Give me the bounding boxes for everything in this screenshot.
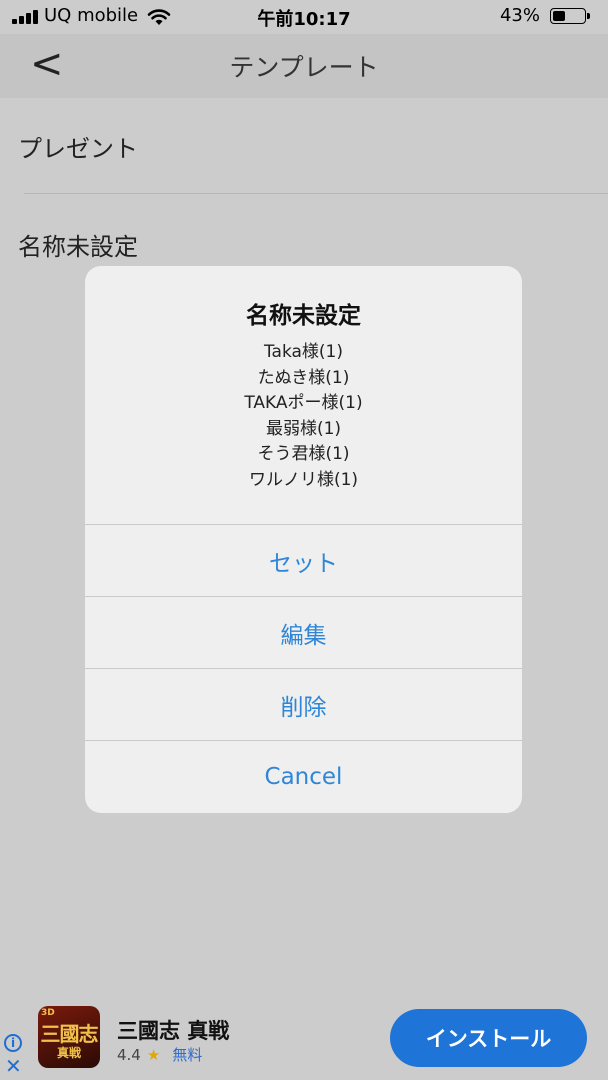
- close-icon[interactable]: ✕: [5, 1054, 22, 1078]
- ad-price: 無料: [172, 1046, 203, 1064]
- battery-icon: [550, 8, 590, 24]
- list-divider: [24, 193, 608, 194]
- recipient-line: そう君様(1): [257, 444, 350, 464]
- page-title: テンプレート: [229, 53, 379, 82]
- recipient-line: たぬき様(1): [257, 367, 350, 388]
- navigation-bar: < テンプレート: [0, 34, 608, 98]
- edit-button[interactable]: 編集: [85, 597, 522, 669]
- install-button[interactable]: インストール: [390, 1009, 587, 1067]
- list-item-untitled[interactable]: 名称未設定: [18, 227, 138, 262]
- info-icon[interactable]: i: [4, 1034, 22, 1052]
- recipient-line: 最弱様(1): [265, 418, 342, 439]
- ad-banner: i ✕ 3D 三國志 真戦 三國志 真戦 4.4 ★ 無料 インストール: [0, 996, 608, 1080]
- star-icon: ★: [146, 1046, 161, 1064]
- cancel-button[interactable]: Cancel: [85, 741, 522, 813]
- app-icon-badge: 3D: [41, 1008, 55, 1018]
- status-bar: UQ mobile 午前10:17 43%: [0, 0, 608, 34]
- recipient-line: Taka様(1): [263, 342, 344, 362]
- recipient-line: TAKAポー様(1): [244, 393, 363, 413]
- app-icon-subtext: 真戦: [56, 1046, 81, 1060]
- list-item-present[interactable]: プレゼント: [18, 129, 138, 164]
- delete-button[interactable]: 削除: [85, 669, 522, 741]
- battery-percent: 43%: [499, 5, 540, 26]
- app-icon-text: 三國志: [40, 1022, 99, 1046]
- recipient-line: ワルノリ様(1): [248, 469, 359, 490]
- battery-level-fill: [553, 11, 565, 21]
- ad-meta: 4.4 ★ 無料: [117, 1044, 202, 1065]
- ad-rating: 4.4: [117, 1046, 141, 1064]
- action-sheet-header: 名称未設定 Taka様(1) たぬき様(1) TAKAポー様(1) 最弱様(1)…: [85, 266, 522, 525]
- set-button[interactable]: セット: [85, 525, 522, 597]
- app-icon[interactable]: 3D 三國志 真戦: [38, 1006, 100, 1068]
- ad-app-name[interactable]: 三國志 真戦: [117, 1015, 229, 1045]
- action-sheet-title: 名称未設定: [246, 303, 361, 329]
- action-sheet: 名称未設定 Taka様(1) たぬき様(1) TAKAポー様(1) 最弱様(1)…: [85, 266, 522, 813]
